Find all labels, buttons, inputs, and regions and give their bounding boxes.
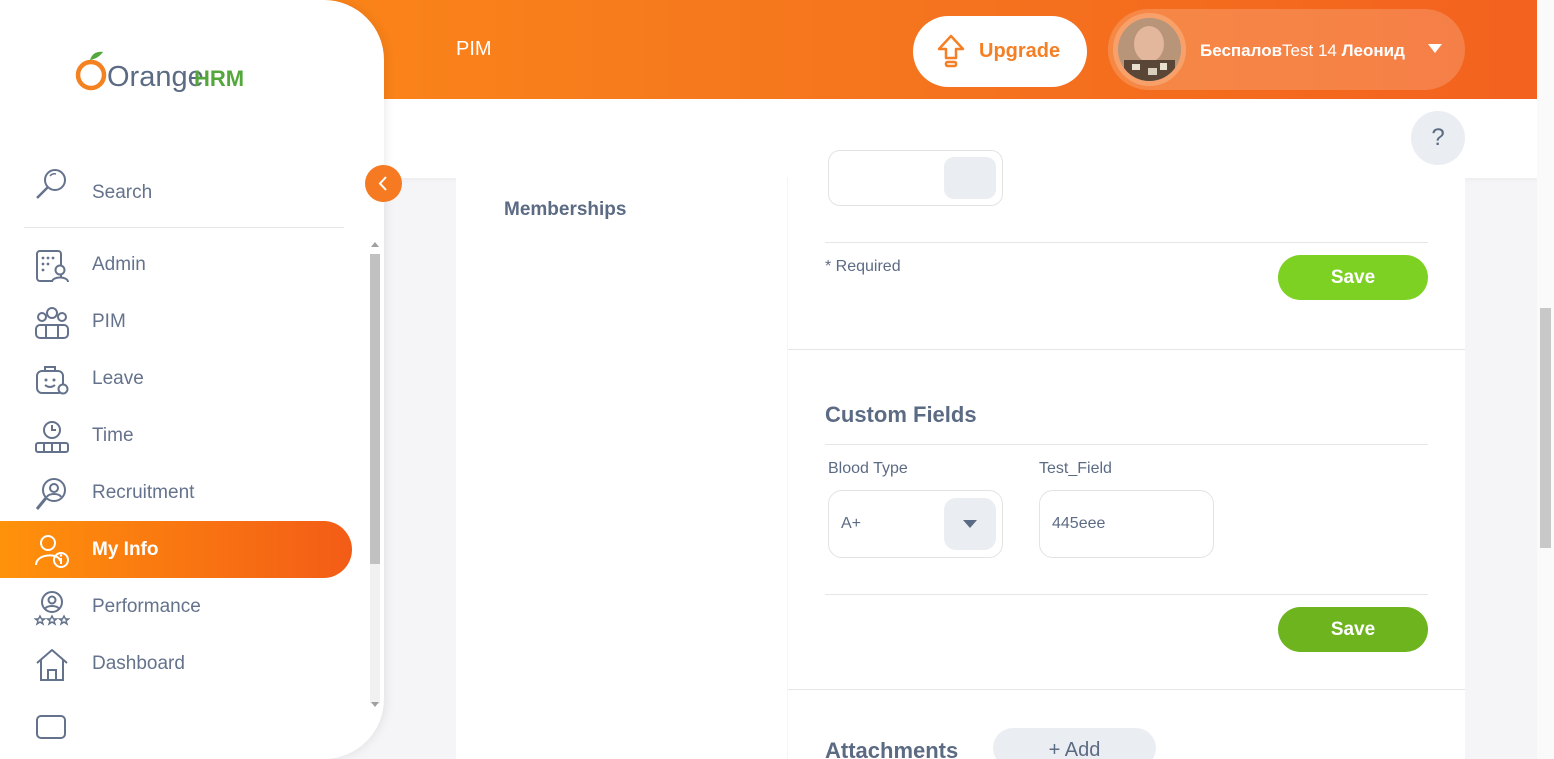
search-icon (36, 169, 66, 199)
sidebar-item-label: Leave (92, 368, 144, 389)
user-name: БеспаловTest 14 Леонид (1200, 41, 1405, 60)
tab-memberships[interactable]: Memberships (504, 199, 626, 221)
page-scrollbar[interactable] (1537, 0, 1554, 759)
sidebar-item-time[interactable]: Time (0, 407, 352, 464)
leave-icon (36, 366, 69, 395)
custom-fields-save-button[interactable]: Save (1278, 607, 1428, 652)
custom-fields-title: Custom Fields (825, 402, 977, 427)
sidebar-scrollbar[interactable] (370, 240, 380, 710)
time-icon (35, 421, 69, 453)
add-attachment-button[interactable]: + Add (993, 728, 1156, 759)
sidebar-item-dashboard[interactable]: Dashboard (0, 635, 352, 692)
divider (788, 349, 1465, 350)
chevron-down-icon (1428, 44, 1442, 53)
module-title: PIM (456, 38, 492, 60)
sidebar-item-label: Dashboard (92, 653, 185, 674)
sidebar-item-leave[interactable]: Leave (0, 350, 352, 407)
upgrade-button[interactable]: Upgrade (913, 16, 1087, 87)
directory-icon (36, 715, 66, 739)
sidebar-item-label: Performance (92, 596, 201, 617)
user-menu[interactable]: БеспаловTest 14 Леонид (1108, 9, 1465, 90)
chevron-left-icon (378, 176, 387, 191)
collapse-sidebar-button[interactable] (365, 165, 402, 202)
svg-text:HRM: HRM (194, 66, 244, 91)
sidebar-item-performance[interactable]: Performance (0, 578, 352, 635)
scroll-up-icon[interactable] (371, 242, 379, 247)
sidebar-item-label: Time (92, 425, 134, 446)
divider (788, 689, 1465, 690)
search-label: Search (92, 182, 153, 203)
profile-tabs-panel (456, 178, 787, 759)
sidebar-item-label: Admin (92, 254, 146, 275)
sidebar-scroll-thumb[interactable] (370, 254, 380, 564)
blood-type-label: Blood Type (828, 460, 908, 477)
sidebar-item-admin[interactable]: Admin (0, 236, 352, 293)
dashboard-icon (36, 649, 68, 681)
sidebar-item-label: Recruitment (92, 482, 195, 503)
sidebar: Orange HRM Search Admin PIM Leave Time R… (0, 0, 384, 759)
orangehrm-logo: Orange HRM (74, 46, 254, 102)
page-scrollbar-thumb[interactable] (1540, 308, 1551, 548)
sidebar-item-partial[interactable] (0, 692, 352, 749)
chevron-down-icon[interactable] (944, 498, 996, 550)
required-note: * Required (825, 258, 901, 275)
calendar-icon[interactable] (944, 157, 996, 199)
blood-type-value: A+ (841, 515, 862, 532)
upgrade-label: Upgrade (979, 40, 1061, 62)
divider (825, 242, 1428, 243)
sidebar-item-my-info[interactable]: My Info (0, 521, 352, 578)
test-field-value: 445eee (1052, 515, 1106, 532)
recruitment-icon (35, 478, 66, 510)
svg-text:Orange: Orange (107, 61, 204, 93)
upgrade-arrow-icon (937, 34, 965, 68)
pim-icon (35, 307, 69, 339)
blood-type-select[interactable]: A+ (828, 490, 1003, 558)
scroll-down-icon[interactable] (371, 702, 379, 707)
sidebar-item-label: PIM (92, 311, 126, 332)
sidebar-item-recruitment[interactable]: Recruitment (0, 464, 352, 521)
date-field-partial[interactable] (828, 150, 1003, 206)
attachments-title: Attachments (825, 738, 959, 759)
my-info-icon (35, 535, 69, 568)
divider (825, 594, 1428, 595)
sidebar-item-label: My Info (92, 539, 159, 560)
avatar (1113, 13, 1186, 86)
sidebar-search[interactable]: Search (24, 160, 344, 228)
divider (825, 444, 1428, 445)
help-button[interactable]: ? (1411, 111, 1465, 165)
sidebar-item-pim[interactable]: PIM (0, 293, 352, 350)
save-button[interactable]: Save (1278, 255, 1428, 300)
test-field-label: Test_Field (1039, 460, 1112, 477)
test-field-input[interactable]: 445eee (1039, 490, 1214, 558)
performance-icon (34, 591, 70, 626)
admin-icon (36, 250, 69, 283)
